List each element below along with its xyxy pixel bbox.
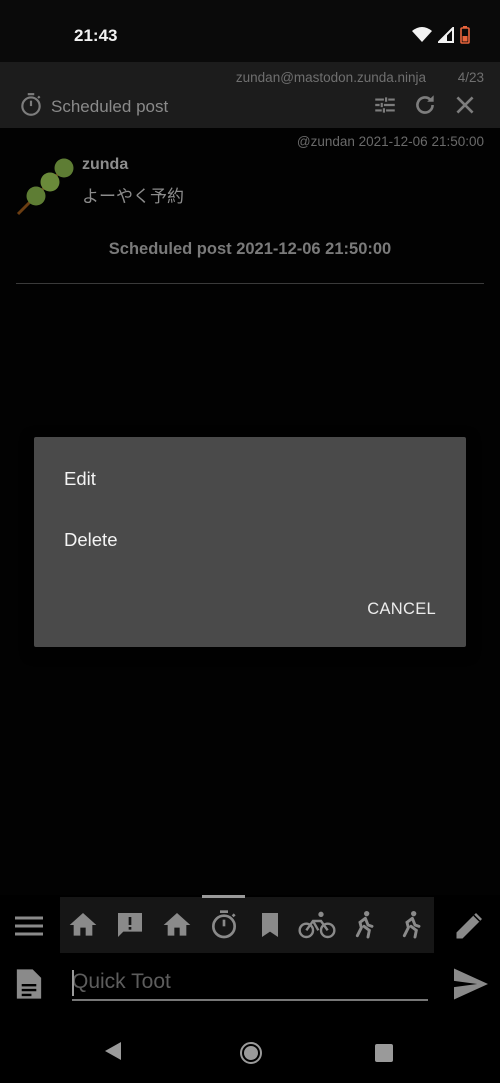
column-account: zundan@mastodon.zunda.ninja: [235, 70, 426, 85]
signal-icon: [438, 27, 454, 43]
bike-icon: [298, 911, 336, 939]
bookmark-icon: [262, 913, 279, 937]
tab-bookmarks[interactable]: [247, 897, 294, 953]
column-title: Scheduled post: [51, 97, 169, 116]
send-icon[interactable]: [452, 967, 490, 1001]
status-icons: [412, 26, 470, 44]
post-author-name[interactable]: zunda: [82, 156, 128, 174]
post-meta: @zundan 2021-12-06 21:50:00: [296, 134, 484, 149]
timer-icon: [21, 93, 41, 116]
status-time: 21:43: [74, 26, 118, 45]
battery-icon: [460, 26, 470, 44]
quick-toot-bar: [0, 955, 500, 1017]
home-nav-icon[interactable]: [239, 1041, 263, 1065]
tab-home[interactable]: [60, 897, 107, 953]
text-caret: [72, 970, 74, 996]
scheduled-time: Scheduled post 2021-12-06 21:50:00: [108, 240, 392, 258]
quick-toot-input[interactable]: [72, 965, 428, 1001]
wifi-icon: [412, 27, 432, 42]
run-icon: [402, 911, 421, 939]
close-icon[interactable]: [452, 92, 478, 118]
compose-icon[interactable]: [452, 907, 488, 943]
tab-home-2[interactable]: [154, 897, 201, 953]
tab-scheduled[interactable]: [200, 895, 247, 953]
edit-menu-item[interactable]: Edit: [64, 468, 96, 490]
divider: [16, 283, 484, 284]
avatar[interactable]: [16, 158, 78, 220]
refresh-icon[interactable]: [412, 92, 438, 118]
system-nav-bar: [0, 1017, 500, 1083]
tab-notifications[interactable]: [107, 897, 154, 953]
document-icon[interactable]: [14, 967, 44, 1001]
column-count: 4/23: [457, 70, 484, 85]
post-action-dialog: Edit Delete CANCEL: [34, 437, 466, 647]
back-icon[interactable]: [103, 1041, 123, 1061]
post-content: よーやく予約: [82, 187, 184, 207]
settings-sliders-icon[interactable]: [372, 92, 398, 118]
tab-strip: [60, 895, 434, 953]
recents-icon[interactable]: [374, 1043, 394, 1063]
column-header[interactable]: zundan@mastodon.zunda.ninja 4/23 Schedul…: [0, 62, 500, 128]
column-actions: [372, 92, 478, 118]
tab-run-2[interactable]: [387, 897, 434, 953]
cancel-button[interactable]: CANCEL: [367, 600, 436, 619]
notification-icon: [118, 913, 143, 937]
home-icon: [70, 913, 97, 936]
run-icon: [355, 911, 374, 939]
tab-bike[interactable]: [294, 897, 341, 953]
delete-menu-item[interactable]: Delete: [64, 529, 117, 551]
home-icon: [163, 913, 191, 936]
status-bar: 21:43: [0, 0, 500, 62]
menu-icon[interactable]: [12, 909, 46, 943]
timer-icon: [211, 910, 236, 939]
tab-run-1[interactable]: [341, 897, 388, 953]
column-tab-bar: [0, 895, 500, 955]
